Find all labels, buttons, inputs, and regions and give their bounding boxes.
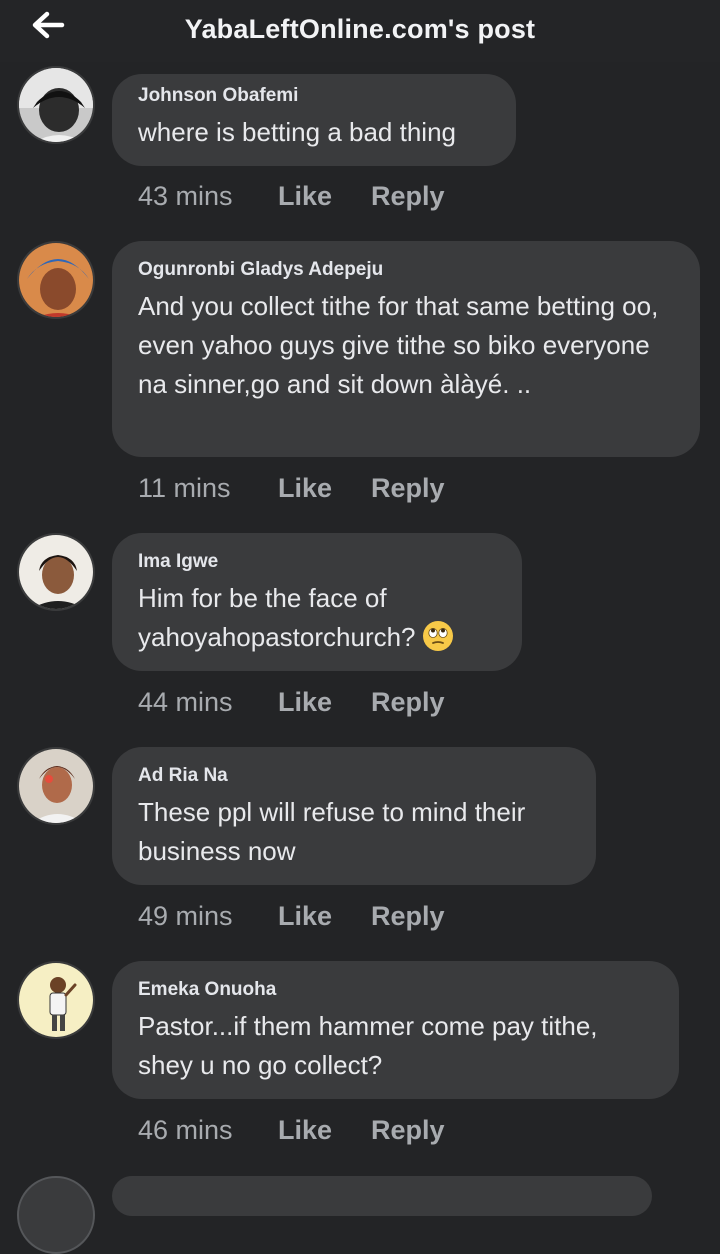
comment-bubble[interactable]: Emeka Onuoha Pastor...if them hammer com… bbox=[112, 961, 679, 1099]
comment-actions: 46 mins Like Reply bbox=[138, 1115, 445, 1146]
like-button[interactable]: Like bbox=[278, 687, 371, 718]
comment-time[interactable]: 43 mins bbox=[138, 181, 278, 212]
comment-actions: 11 mins Like Reply bbox=[138, 473, 445, 504]
comment-bubble[interactable]: Ogunronbi Gladys Adepeju And you collect… bbox=[112, 241, 700, 457]
comment-time[interactable]: 46 mins bbox=[138, 1115, 278, 1146]
comment-author[interactable]: Ima Igwe bbox=[138, 551, 496, 573]
reply-button[interactable]: Reply bbox=[371, 687, 445, 718]
comment-text: where is betting a bad thing bbox=[138, 117, 456, 147]
comment-actions: 44 mins Like Reply bbox=[138, 687, 445, 718]
avatar[interactable] bbox=[17, 241, 95, 319]
page-title: YabaLeftOnline.com's post bbox=[184, 14, 536, 44]
comment-author[interactable]: Ad Ria Na bbox=[138, 765, 570, 787]
comment-actions: 49 mins Like Reply bbox=[138, 901, 445, 932]
comment-bubble[interactable]: Ima Igwe Him for be the face of yahoyaho… bbox=[112, 533, 522, 671]
comments-feed[interactable]: Johnson Obafemi where is betting a bad t… bbox=[0, 0, 720, 1254]
avatar[interactable] bbox=[17, 961, 95, 1039]
reply-button[interactable]: Reply bbox=[371, 901, 445, 932]
comment-bubble[interactable]: Johnson Obafemi where is betting a bad t… bbox=[112, 74, 516, 166]
comment-time[interactable]: 11 mins bbox=[138, 473, 278, 504]
avatar[interactable] bbox=[17, 66, 95, 144]
comment-bubble[interactable]: Ad Ria Na These ppl will refuse to mind … bbox=[112, 747, 596, 885]
reply-button[interactable]: Reply bbox=[371, 473, 445, 504]
comment-time[interactable]: 44 mins bbox=[138, 687, 278, 718]
like-button[interactable]: Like bbox=[278, 473, 371, 504]
avatar[interactable] bbox=[17, 1176, 95, 1254]
comment-author[interactable]: Emeka Onuoha bbox=[138, 979, 653, 1001]
like-button[interactable]: Like bbox=[278, 901, 371, 932]
reply-button[interactable]: Reply bbox=[371, 181, 445, 212]
comment-text: And you collect tithe for that same bett… bbox=[138, 291, 659, 399]
like-button[interactable]: Like bbox=[278, 1115, 371, 1146]
comment-text: Pastor...if them hammer come pay tithe, … bbox=[138, 1011, 598, 1080]
reply-button[interactable]: Reply bbox=[371, 1115, 445, 1146]
comment-text: These ppl will refuse to mind their busi… bbox=[138, 797, 526, 866]
comment-text: Him for be the face of yahoyahopastorchu… bbox=[138, 579, 496, 657]
comment-text-content: Him for be the face of yahoyahopastorchu… bbox=[138, 583, 416, 652]
comment-time[interactable]: 49 mins bbox=[138, 901, 278, 932]
comment-author[interactable]: Johnson Obafemi bbox=[138, 85, 490, 107]
avatar[interactable] bbox=[17, 747, 95, 825]
top-bar: YabaLeftOnline.com's post bbox=[0, 0, 720, 62]
comment-author[interactable]: Ogunronbi Gladys Adepeju bbox=[138, 259, 674, 281]
comment-actions: 43 mins Like Reply bbox=[138, 181, 445, 212]
comment-bubble-partial[interactable] bbox=[112, 1176, 652, 1216]
like-button[interactable]: Like bbox=[278, 181, 371, 212]
rolling-eyes-emoji bbox=[422, 621, 453, 651]
avatar[interactable] bbox=[17, 533, 95, 611]
